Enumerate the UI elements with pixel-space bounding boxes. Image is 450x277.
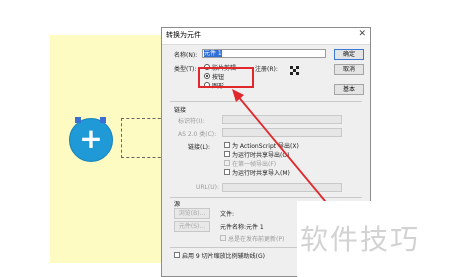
- stage-plus-button-symbol[interactable]: +: [69, 118, 113, 162]
- name-input[interactable]: 元件 1: [202, 49, 326, 58]
- type-label: 类型(T):: [174, 66, 197, 73]
- url-input[interactable]: [222, 183, 342, 192]
- export-first-frame-checkbox[interactable]: [224, 160, 230, 166]
- export-first-frame-label: 在第一帧导出(F): [232, 161, 277, 168]
- linkage-section-label: 链接: [174, 107, 187, 114]
- symbol-button[interactable]: 元件(S)...: [174, 221, 210, 232]
- export-as-label: 为 ActionScript 导出(X): [232, 143, 299, 150]
- selection-handle[interactable]: [100, 117, 106, 123]
- export-as-checkbox[interactable]: [224, 142, 230, 148]
- always-update-label: 总是在发布前更新(P): [228, 236, 285, 243]
- registration-label: 注册(R):: [255, 66, 278, 73]
- cancel-button[interactable]: 取消: [334, 64, 364, 75]
- symbol-name-label: 元件名称:元件 1: [220, 224, 264, 231]
- as2-class-label: AS 2.0 类(C):: [178, 131, 217, 138]
- file-label: 文件:: [220, 211, 235, 218]
- basic-button[interactable]: 基本: [334, 84, 364, 95]
- import-share-checkbox[interactable]: [224, 169, 230, 175]
- divider: [170, 101, 362, 102]
- browse-button[interactable]: 浏览(B)...: [174, 208, 210, 219]
- linkage-label: 链接(L):: [188, 144, 211, 151]
- registration-grid-icon[interactable]: [290, 66, 299, 75]
- identifier-input[interactable]: [222, 115, 342, 124]
- divider: [170, 197, 362, 198]
- name-label: 名称(N):: [174, 52, 198, 59]
- watermark-text: 软件技巧: [300, 223, 421, 256]
- scale9-label: 启用 9 切片缩放比例辅助线(G): [182, 253, 265, 260]
- ok-button[interactable]: 确定: [334, 49, 364, 60]
- url-label: URL(U):: [196, 184, 219, 191]
- import-share-label: 为运行时共享导入(M): [232, 170, 290, 177]
- source-section-label: 源: [174, 201, 181, 208]
- dialog-title: 转换为元件: [166, 31, 201, 39]
- close-icon[interactable]: ✕: [358, 29, 366, 39]
- export-share-checkbox[interactable]: [224, 151, 230, 157]
- identifier-label: 标识符(I):: [178, 118, 205, 125]
- export-share-label: 为运行时共享导出(O): [232, 152, 290, 159]
- selection-handle[interactable]: [75, 117, 81, 123]
- always-update-checkbox[interactable]: [220, 235, 226, 241]
- as2-class-input[interactable]: [222, 128, 342, 137]
- scale9-checkbox[interactable]: [174, 252, 180, 258]
- dialog-titlebar: 转换为元件 ✕: [162, 28, 370, 45]
- plus-icon: +: [79, 122, 103, 155]
- red-highlight-box: [198, 67, 254, 88]
- dashed-selection-box: [121, 118, 166, 158]
